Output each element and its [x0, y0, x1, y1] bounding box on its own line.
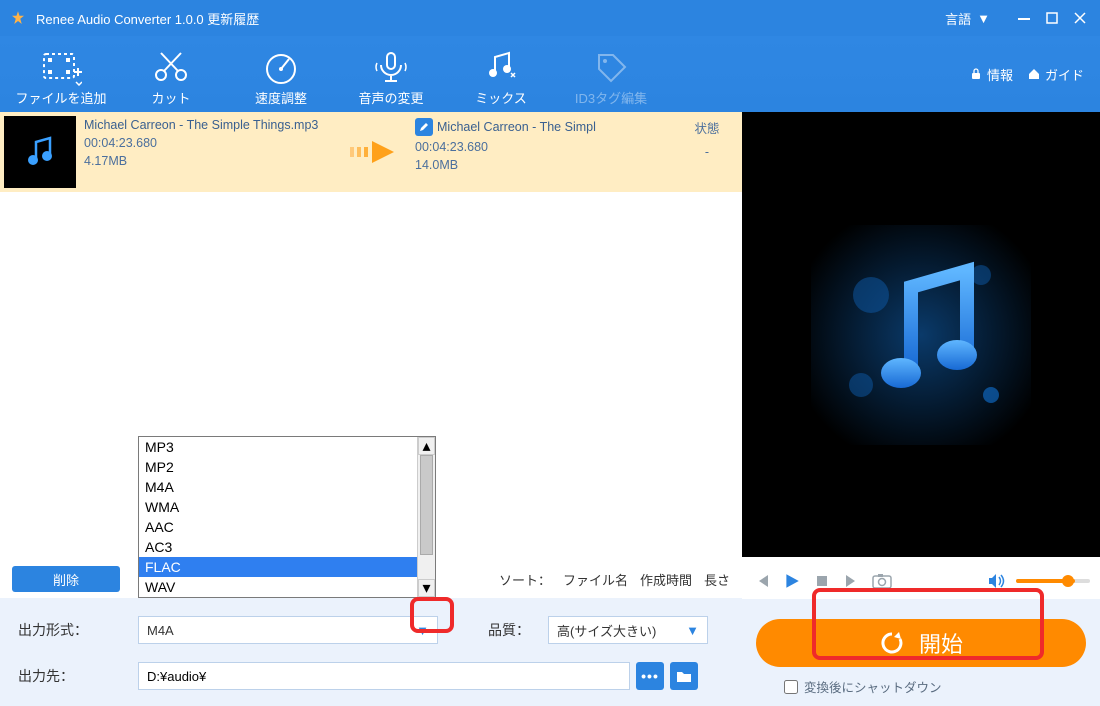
mix-label: ミックス — [446, 88, 556, 107]
file-row[interactable]: Michael Carreon - The Simple Things.mp3 … — [0, 112, 742, 192]
more-button[interactable]: ••• — [636, 662, 664, 690]
status-header: 状態 — [672, 118, 742, 137]
cut-label: カット — [116, 88, 226, 107]
folder-label: 出力先： — [18, 666, 138, 686]
maximize-button[interactable] — [1040, 6, 1064, 30]
quality-value: 高(サイズ大きい) — [557, 621, 656, 640]
format-option-mp2[interactable]: MP2 — [139, 457, 435, 477]
output-settings-panel: 出力形式： M4A ▼ 品質： 高(サイズ大きい) ▼ 出力先： ••• — [0, 598, 742, 706]
target-filename: Michael Carreon - The Simpl — [437, 120, 596, 134]
shutdown-label: 変換後にシャットダウン — [804, 677, 942, 696]
music-mix-icon — [446, 46, 556, 88]
format-dropdown-list[interactable]: MP3MP2M4AWMAAACAC3FLACWAV ▴ ▾ — [138, 436, 436, 598]
refresh-icon — [879, 630, 905, 656]
source-duration: 00:04:23.680 — [84, 136, 337, 150]
sort-by-created[interactable]: 作成時間 — [640, 570, 692, 589]
shutdown-checkbox-input[interactable] — [784, 680, 798, 694]
guide-link[interactable]: ガイド — [1027, 65, 1084, 84]
player-controls — [742, 563, 1100, 599]
mix-button[interactable]: ミックス — [446, 42, 556, 107]
target-file-info: Michael Carreon - The Simpl 00:04:23.680… — [411, 112, 672, 192]
format-option-flac[interactable]: FLAC — [139, 557, 435, 577]
status-value: - — [672, 145, 742, 159]
volume-slider[interactable] — [1016, 579, 1090, 583]
scissors-icon — [116, 46, 226, 88]
edit-target-icon[interactable] — [415, 118, 433, 136]
next-button[interactable] — [842, 571, 862, 591]
home-icon — [1027, 67, 1041, 81]
dropdown-scrollbar[interactable]: ▴ ▾ — [417, 437, 435, 597]
chevron-down-icon: ▼ — [686, 623, 699, 638]
format-select[interactable]: M4A ▼ — [138, 616, 438, 644]
format-option-mp3[interactable]: MP3 — [139, 437, 435, 457]
language-label: 言語 — [945, 9, 971, 28]
title-bar: Renee Audio Converter 1.0.0 更新履歴 言語 ▼ — [0, 0, 1100, 36]
format-option-wav[interactable]: WAV — [139, 577, 435, 597]
info-label: 情報 — [987, 65, 1013, 84]
speedometer-icon — [226, 46, 336, 88]
speed-label: 速度調整 — [226, 88, 336, 107]
volume-icon[interactable] — [986, 571, 1006, 591]
format-option-ac3[interactable]: AC3 — [139, 537, 435, 557]
source-size: 4.17MB — [84, 154, 337, 168]
output-folder-input[interactable] — [138, 662, 630, 690]
preview-area — [742, 112, 1100, 557]
microphone-icon — [336, 46, 446, 88]
format-option-m4a[interactable]: M4A — [139, 477, 435, 497]
language-menu[interactable]: 言語 ▼ — [945, 9, 990, 28]
file-thumbnail — [4, 116, 76, 188]
minimize-button[interactable] — [1012, 6, 1036, 30]
chevron-down-icon: ▼ — [416, 623, 429, 638]
tag-icon — [556, 46, 666, 88]
start-label: 開始 — [919, 627, 963, 659]
app-logo-icon — [8, 8, 28, 28]
cut-button[interactable]: カット — [116, 42, 226, 107]
scroll-up-button[interactable]: ▴ — [418, 437, 435, 455]
play-button[interactable] — [782, 571, 802, 591]
arrow-icon — [341, 112, 411, 192]
add-file-label: ファイルを追加 — [6, 88, 116, 107]
start-button[interactable]: 開始 — [756, 619, 1086, 667]
target-duration: 00:04:23.680 — [415, 140, 668, 154]
main-toolbar: ファイルを追加 カット 速度調整 音声の変更 ミックス ID3タグ編集 情報 — [0, 36, 1100, 112]
scroll-down-button[interactable]: ▾ — [418, 579, 435, 597]
close-button[interactable] — [1068, 6, 1092, 30]
app-title: Renee Audio Converter 1.0.0 更新履歴 — [36, 9, 259, 28]
id3-label: ID3タグ編集 — [556, 88, 666, 107]
sort-by-filename[interactable]: ファイル名 — [563, 570, 628, 589]
voice-label: 音声の変更 — [336, 88, 446, 107]
target-size: 14.0MB — [415, 158, 668, 172]
speed-button[interactable]: 速度調整 — [226, 42, 336, 107]
sort-by-length[interactable]: 長さ — [704, 570, 730, 589]
source-file-info: Michael Carreon - The Simple Things.mp3 … — [80, 112, 341, 192]
source-filename: Michael Carreon - The Simple Things.mp3 — [84, 118, 337, 132]
info-link[interactable]: 情報 — [969, 65, 1013, 84]
format-value: M4A — [147, 623, 174, 638]
film-add-icon — [6, 46, 116, 88]
id3-tag-button: ID3タグ編集 — [556, 42, 666, 107]
lock-icon — [969, 67, 983, 81]
add-file-button[interactable]: ファイルを追加 — [6, 42, 116, 107]
scrollbar-thumb[interactable] — [420, 455, 433, 555]
snapshot-button[interactable] — [872, 571, 892, 591]
delete-button[interactable]: 削除 — [12, 566, 120, 592]
voice-button[interactable]: 音声の変更 — [336, 42, 446, 107]
format-label: 出力形式： — [18, 620, 138, 640]
stop-button[interactable] — [812, 571, 832, 591]
sort-label: ソート： — [499, 570, 551, 589]
shutdown-checkbox[interactable]: 変換後にシャットダウン — [784, 677, 1086, 696]
quality-select[interactable]: 高(サイズ大きい) ▼ — [548, 616, 708, 644]
open-folder-button[interactable] — [670, 662, 698, 690]
format-option-wma[interactable]: WMA — [139, 497, 435, 517]
guide-label: ガイド — [1045, 65, 1084, 84]
chevron-down-icon: ▼ — [977, 11, 990, 26]
prev-button[interactable] — [752, 571, 772, 591]
format-option-aac[interactable]: AAC — [139, 517, 435, 537]
quality-label: 品質： — [488, 620, 548, 640]
